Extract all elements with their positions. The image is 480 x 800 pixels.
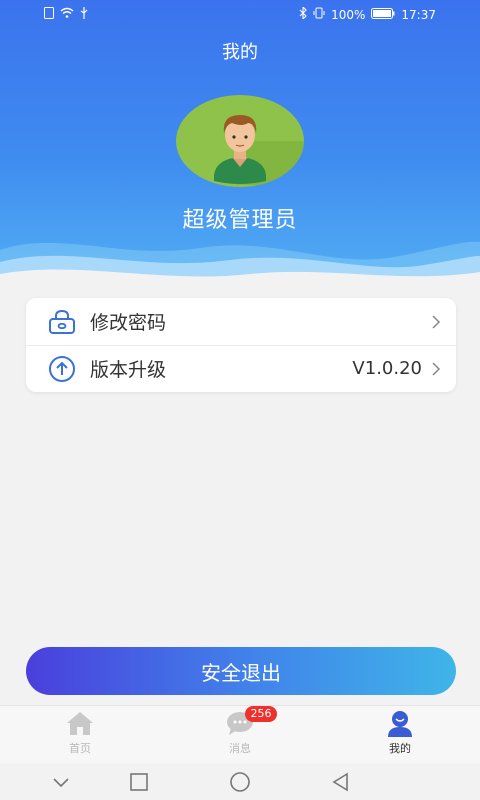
- chat-icon: 256: [225, 706, 277, 738]
- tab-label-home: 首页: [69, 742, 91, 755]
- tab-label-messages: 消息: [229, 742, 251, 755]
- menu-item-change-password[interactable]: 修改密码: [26, 298, 456, 346]
- chevron-right-icon: [430, 361, 442, 377]
- logout-button[interactable]: 安全退出: [26, 647, 456, 695]
- tab-messages[interactable]: 256 消息: [190, 706, 290, 762]
- battery-percent: 100%: [331, 7, 366, 22]
- usb-icon: [80, 7, 88, 22]
- bottom-tab-bar: 首页 256 消息 我的: [0, 705, 480, 764]
- menu-item-version-upgrade[interactable]: 版本升级 V1.0.20: [26, 345, 456, 392]
- bluetooth-icon: [299, 5, 307, 22]
- settings-card: 修改密码 版本升级 V1.0.20: [26, 298, 456, 392]
- battery-icon: [371, 7, 395, 22]
- tab-profile[interactable]: 我的: [350, 710, 450, 762]
- sim-icon: [44, 7, 54, 22]
- home-nav-icon[interactable]: [229, 771, 251, 793]
- page-title: 我的: [222, 42, 258, 63]
- system-nav-bar: [0, 763, 480, 800]
- version-number: V1.0.20: [352, 358, 422, 379]
- tab-home[interactable]: 首页: [30, 710, 130, 762]
- clock-time: 17:37: [401, 7, 436, 22]
- status-bar: 100% 17:37: [0, 0, 480, 30]
- chevron-down-icon[interactable]: [50, 771, 72, 793]
- vibrate-icon: [313, 7, 325, 22]
- wifi-icon: [60, 7, 74, 22]
- upload-icon: [48, 355, 76, 383]
- profile-icon: [385, 710, 415, 738]
- recent-apps-icon[interactable]: [128, 771, 150, 793]
- avatar[interactable]: [176, 95, 305, 187]
- menu-label-change-password: 修改密码: [90, 312, 167, 334]
- menu-label-version-upgrade: 版本升级: [90, 359, 167, 381]
- chevron-right-icon: [430, 314, 442, 330]
- tab-label-profile: 我的: [389, 742, 411, 755]
- back-icon[interactable]: [330, 771, 352, 793]
- profile-header: 100% 17:37 我的 超级管理员: [0, 0, 480, 290]
- message-badge: 256: [245, 706, 277, 722]
- user-name: 超级管理员: [182, 208, 298, 233]
- home-icon: [65, 710, 95, 738]
- lock-icon: [48, 308, 76, 336]
